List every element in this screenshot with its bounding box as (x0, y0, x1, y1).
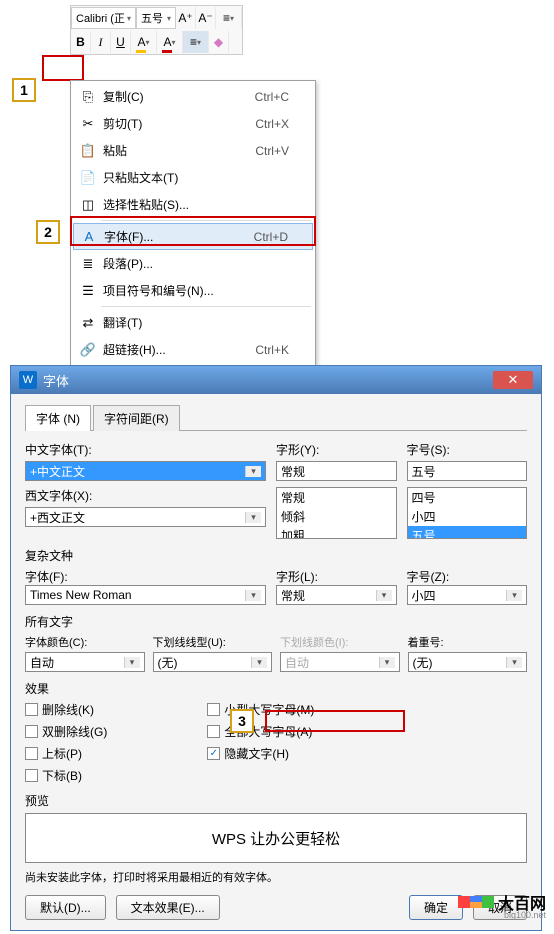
bold-button[interactable]: B (71, 31, 91, 53)
size-listbox[interactable]: 四号 小四 五号 (407, 487, 528, 539)
chk-superscript[interactable]: 上标(P) (25, 745, 107, 762)
effects-label: 效果 (25, 680, 527, 697)
chk-subscript[interactable]: 下标(B) (25, 767, 107, 784)
close-button[interactable]: ✕ (493, 371, 533, 389)
alltext-label: 所有文字 (25, 613, 527, 630)
complex-size-combo[interactable]: 小四▾ (407, 585, 528, 605)
complex-label: 复杂文种 (25, 547, 527, 564)
font-color-combo[interactable]: 自动▾ (25, 652, 145, 672)
ctx-cut[interactable]: ✂剪切(T)Ctrl+X (73, 110, 313, 137)
italic-button[interactable]: I (91, 31, 111, 53)
font-dialog: W 字体 ✕ 字体 (N) 字符间距(R) 中文字体(T): +中文正文▾ 字形… (10, 365, 542, 931)
default-button[interactable]: 默认(D)... (25, 895, 106, 920)
underline-color-combo[interactable]: 自动▾ (280, 652, 400, 672)
app-icon: W (19, 371, 37, 389)
tab-font[interactable]: 字体 (N) (25, 405, 91, 431)
chk-strike[interactable]: 删除线(K) (25, 701, 107, 718)
paste-special-icon: ◫ (79, 196, 97, 214)
ok-button[interactable]: 确定 (409, 895, 463, 920)
emphasis-combo[interactable]: (无)▾ (408, 652, 528, 672)
ctx-translate[interactable]: ⇄翻译(T) (73, 309, 313, 336)
underline-button[interactable]: U (111, 31, 131, 53)
style-label: 字形(Y): (276, 441, 397, 458)
chk-dblstrike[interactable]: 双删除线(G) (25, 723, 107, 740)
underline-style-combo[interactable]: (无)▾ (153, 652, 273, 672)
chk-hidden[interactable]: ✓隐藏文字(H) (207, 745, 314, 762)
decrease-font-icon[interactable]: A⁻ (196, 7, 216, 29)
line-spacing-icon[interactable]: ≡▾ (216, 7, 242, 29)
hyperlink-icon: 🔗 (79, 341, 97, 359)
paste-text-icon: 📄 (79, 169, 97, 187)
ctx-copy[interactable]: ⎘复制(C)Ctrl+C (73, 83, 313, 110)
highlight-box-2 (70, 216, 316, 246)
style-listbox[interactable]: 常规 倾斜 加粗 (276, 487, 397, 539)
text-effect-button[interactable]: 文本效果(E)... (116, 895, 220, 920)
complex-style-combo[interactable]: 常规▾ (276, 585, 397, 605)
align-button[interactable]: ≡▾ (183, 31, 209, 53)
callout-2: 2 (36, 220, 60, 244)
highlight-color-button[interactable]: A▾ (131, 31, 157, 53)
ctx-paste-special[interactable]: ◫选择性粘贴(S)... (73, 191, 313, 218)
preview-box: WPS 让办公更轻松 (25, 813, 527, 863)
ctx-paragraph[interactable]: ≣段落(P)... (73, 250, 313, 277)
highlight-box-3 (265, 710, 405, 732)
tab-spacing[interactable]: 字符间距(R) (93, 405, 180, 431)
bullets-icon: ☰ (79, 282, 97, 300)
ctx-hyperlink[interactable]: 🔗超链接(H)...Ctrl+K (73, 336, 313, 363)
cn-font-label: 中文字体(T): (25, 441, 266, 458)
dialog-titlebar: W 字体 ✕ (11, 366, 541, 394)
hint-text: 尚未安装此字体，打印时将采用最相近的有效字体。 (25, 869, 527, 885)
increase-font-icon[interactable]: A⁺ (176, 7, 196, 29)
ctx-paste-text[interactable]: 📄只粘贴文本(T) (73, 164, 313, 191)
ctx-bullets[interactable]: ☰项目符号和编号(N)... (73, 277, 313, 304)
watermark: 大百网 big100.net (458, 890, 546, 914)
eraser-icon[interactable]: ◆ (209, 31, 229, 53)
paragraph-icon: ≣ (79, 255, 97, 273)
font-color-button[interactable]: A▾ (157, 31, 183, 53)
style-combo[interactable]: 常规 (276, 461, 397, 481)
size-label: 字号(S): (407, 441, 528, 458)
formatting-toolbar: Calibri (正▾ 五号▾ A⁺ A⁻ ≡▾ B I U A▾ A▾ ≡▾ … (70, 5, 243, 55)
font-size-selector[interactable]: 五号▾ (136, 7, 176, 29)
cn-font-combo[interactable]: +中文正文▾ (25, 461, 266, 481)
dialog-title-text: 字体 (43, 371, 69, 390)
cut-icon: ✂ (79, 115, 97, 133)
complex-font-combo[interactable]: Times New Roman▾ (25, 585, 266, 605)
copy-icon: ⎘ (79, 88, 97, 106)
callout-1: 1 (12, 78, 36, 102)
ctx-paste[interactable]: 📋粘贴Ctrl+V (73, 137, 313, 164)
callout-3: 3 (230, 709, 254, 733)
preview-label: 预览 (25, 792, 527, 809)
en-font-label: 西文字体(X): (25, 487, 266, 504)
highlight-box-1 (42, 55, 84, 81)
translate-icon: ⇄ (79, 314, 97, 332)
size-combo[interactable]: 五号 (407, 461, 528, 481)
en-font-combo[interactable]: +西文正文▾ (25, 507, 266, 527)
paste-icon: 📋 (79, 142, 97, 160)
font-selector[interactable]: Calibri (正▾ (71, 7, 136, 29)
